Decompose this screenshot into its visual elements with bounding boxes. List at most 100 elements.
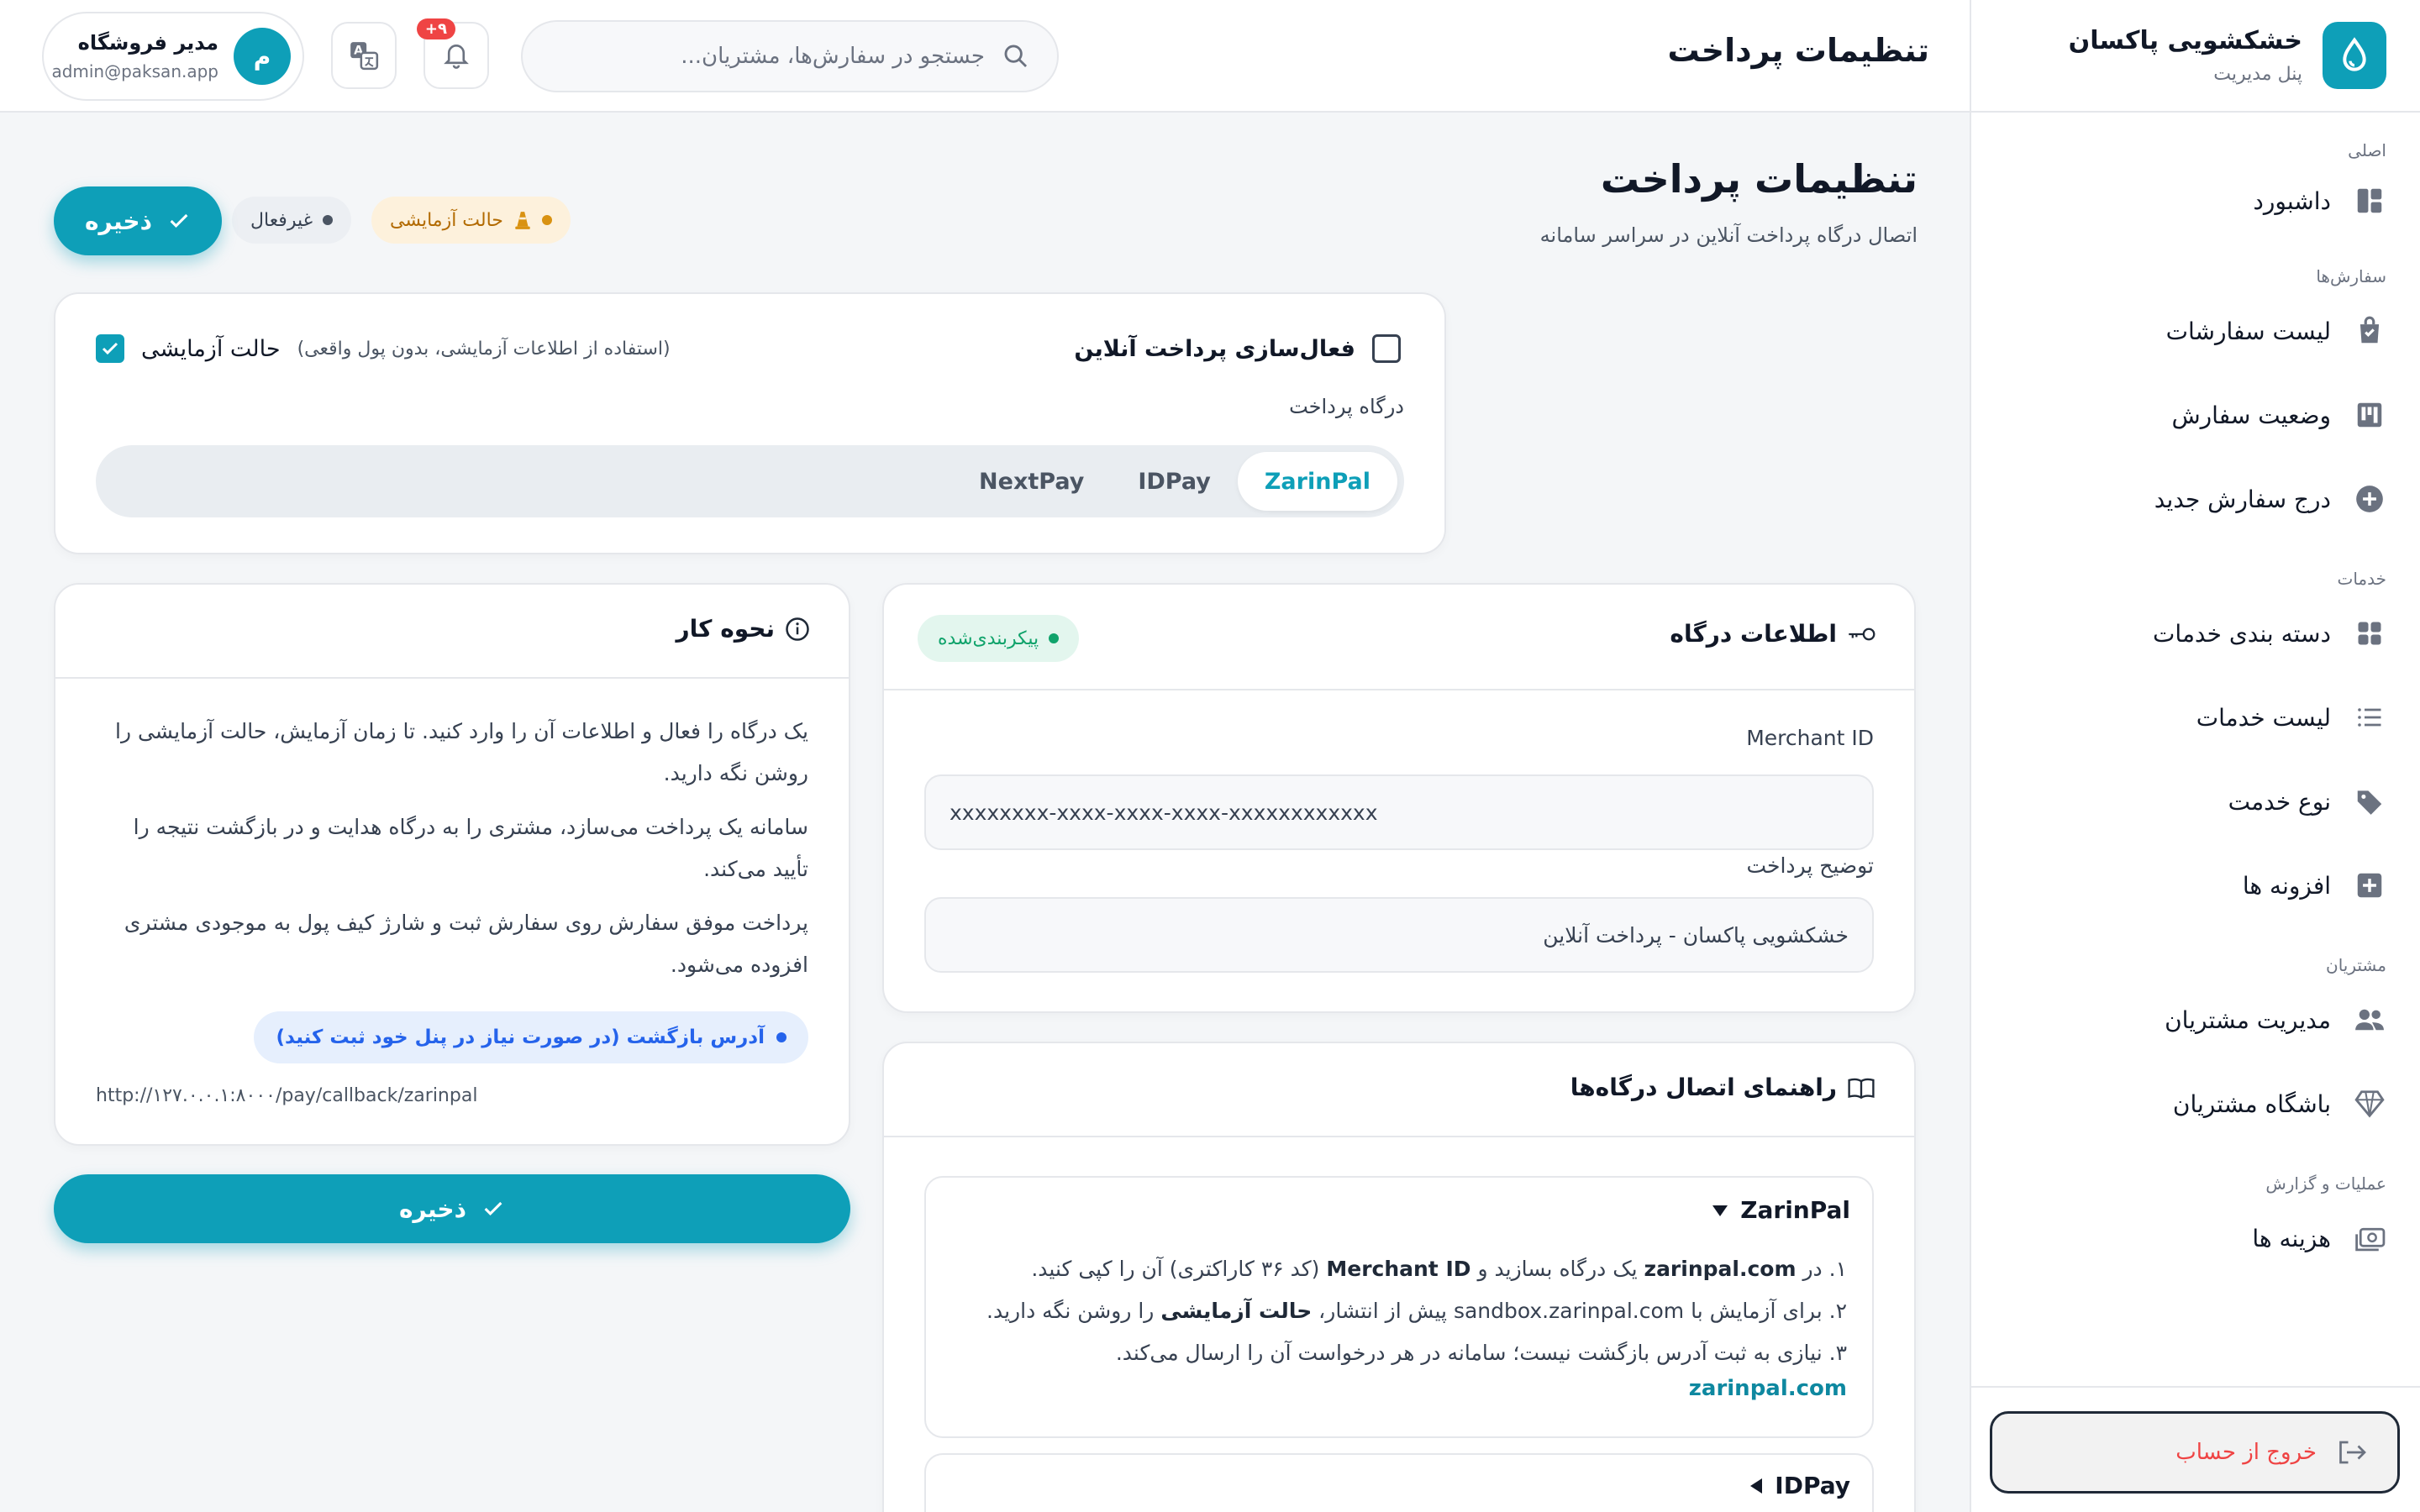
merchant-id-label: Merchant ID — [1746, 726, 1874, 750]
search-box[interactable] — [521, 20, 1059, 92]
callback-address-badge: آدرس بازگشت (در صورت نیاز در پنل خود ثبت… — [254, 1011, 808, 1063]
online-payment-checkbox[interactable] — [1372, 334, 1401, 363]
info-icon — [785, 617, 810, 642]
zarinpal-link[interactable]: zarinpal.com — [1689, 1376, 1847, 1401]
droplet-icon — [2323, 22, 2386, 89]
logout-button[interactable]: خروج از حساب — [1990, 1411, 2400, 1494]
accordion-body: ۱. در zarinpal.com یک درگاه بسازید و Mer… — [951, 1248, 1847, 1374]
sidebar-item-expenses[interactable]: هزینه ها — [1971, 1196, 2420, 1280]
section-label-services: خدمات — [2337, 569, 2387, 589]
status-dot — [776, 1032, 786, 1042]
tab-idpay[interactable]: IDPay — [1111, 452, 1238, 511]
online-payment-toggle[interactable]: فعال‌سازی پرداخت آنلاین — [1074, 334, 1401, 363]
brand: خشکشویی پاکسان پنل مدیریت — [1971, 0, 2420, 113]
how-paragraph: سامانه یک پرداخت می‌سازد، مشتری را به در… — [133, 815, 808, 881]
sidebar-item-services-list[interactable]: لیست خدمات — [1971, 675, 2420, 759]
accordion-idpay: IDPay — [924, 1453, 1874, 1512]
sidebar-item-label: نوع خدمت — [2228, 787, 2331, 816]
status-off-label: غیرفعال — [250, 209, 313, 231]
users-icon — [2353, 1003, 2386, 1037]
sidebar-item-addons[interactable]: افزونه ها — [1971, 843, 2420, 927]
section-label-customers: مشتریان — [2326, 955, 2386, 975]
plus-square-icon — [2353, 869, 2386, 902]
gateway-tabs: ZarinPal IDPay NextPay — [96, 445, 1404, 517]
search-icon — [1002, 42, 1030, 71]
how-it-works-card: نحوه کار یک درگاه را فعال و اطلاعات آن ر… — [54, 583, 850, 1146]
sidebar-item-label: افزونه ها — [2242, 871, 2331, 900]
avatar: م — [234, 28, 291, 85]
translate-icon: A — [348, 39, 380, 71]
status-test-label: حالت آزمایشی — [390, 209, 503, 231]
test-mode-label: حالت آزمایشی — [141, 335, 281, 362]
sidebar-item-service-categories[interactable]: دسته بندی خدمات — [1971, 591, 2420, 675]
sidebar-item-label: هزینه ها — [2252, 1224, 2331, 1252]
gateway-info-title: اطلاعات درگاه — [1670, 620, 1876, 648]
search-input[interactable] — [632, 44, 985, 69]
save-button-top[interactable]: ذخیره — [54, 186, 222, 255]
user-email: admin@paksan.app — [51, 61, 218, 81]
traffic-cone-icon — [513, 210, 532, 230]
test-mode-checkbox[interactable] — [96, 334, 124, 363]
section-label-main: اصلی — [2348, 140, 2386, 160]
configured-badge: پیکربندی‌شده — [918, 615, 1080, 662]
sidebar-item-new-order[interactable]: درج سفارش جدید — [1971, 457, 2420, 541]
check-icon — [481, 1197, 505, 1221]
tab-nextpay[interactable]: NextPay — [952, 452, 1111, 511]
online-payment-label: فعال‌سازی پرداخت آنلاین — [1074, 335, 1355, 362]
guide-step: ۲. برای آزمایش با sandbox.zarinpal.com پ… — [986, 1299, 1847, 1323]
check-icon — [167, 209, 191, 233]
page-title: تنظیمات پرداخت — [1600, 156, 1918, 202]
save-label: ذخیره — [85, 207, 152, 235]
guide-step: ۳. نیازی به ثبت آدرس بازگشت نیست؛ سامانه… — [1115, 1341, 1847, 1365]
sidebar-item-orders-list[interactable]: لیست سفارشات — [1971, 289, 2420, 373]
test-mode-toggle[interactable]: (استفاده از اطلاعات آزمایشی، بدون پول وا… — [96, 334, 671, 363]
payment-description-label: توضیح پرداخت — [1746, 853, 1874, 878]
notification-badge: +۹ — [416, 18, 455, 39]
header-title: تنظیمات پرداخت — [1667, 32, 1929, 69]
sidebar: خشکشویی پاکسان پنل مدیریت اصلی داشبورد س… — [1970, 0, 2420, 1512]
notifications-button[interactable]: +۹ — [416, 18, 489, 89]
how-paragraph: پرداخت موفق سفارش روی سفارش ثبت و شارژ ک… — [124, 911, 808, 977]
status-badge-disabled: غیرفعال — [232, 197, 352, 244]
tab-zarinpal[interactable]: ZarinPal — [1237, 452, 1397, 511]
tag-icon — [2353, 785, 2386, 818]
payment-description-field[interactable]: خشکشویی پاکسان - پرداخت آنلاین — [924, 897, 1874, 973]
save-button-bottom[interactable]: ذخیره — [54, 1174, 850, 1243]
status-badge-test-mode: حالت آزمایشی — [371, 197, 571, 244]
logout-area: خروج از حساب — [1970, 1386, 2420, 1512]
accordion-zarinpal: ZarinPal ۱. در zarinpal.com یک درگاه بسا… — [924, 1176, 1874, 1438]
key-icon — [1847, 625, 1876, 643]
section-label-orders: سفارش‌ها — [2316, 266, 2386, 286]
kanban-icon — [2353, 398, 2386, 432]
gateway-label: درگاه پرداخت — [1289, 395, 1404, 418]
accordion-title: ZarinPal — [1740, 1196, 1850, 1224]
sidebar-item-label: دسته بندی خدمات — [2153, 619, 2331, 648]
sidebar-item-service-type[interactable]: نوع خدمت — [1971, 759, 2420, 843]
guide-title: راهنمای اتصال درگاه‌ها — [1570, 1074, 1876, 1101]
card-header: راهنمای اتصال درگاه‌ها — [884, 1043, 1914, 1137]
accordion-title: IDPay — [1775, 1472, 1850, 1499]
payment-settings-card: فعال‌سازی پرداخت آنلاین (استفاده از اطلا… — [54, 292, 1446, 554]
callback-url[interactable]: http://۱۲۷.۰.۰.۱:۸۰۰۰/pay/callback/zarin… — [96, 1085, 477, 1106]
accordion-header[interactable]: IDPay — [1749, 1472, 1850, 1499]
triangle-down-icon — [1712, 1204, 1728, 1217]
triangle-left-icon — [1749, 1478, 1763, 1494]
status-dot — [1049, 633, 1060, 643]
test-mode-hint: (استفاده از اطلاعات آزمایشی، بدون پول وا… — [297, 338, 671, 360]
merchant-id-field[interactable]: xxxxxxxx-xxxx-xxxx-xxxx-xxxxxxxxxxxx — [924, 774, 1874, 850]
sidebar-item-label: درج سفارش جدید — [2154, 485, 2331, 513]
user-menu[interactable]: م مدیر فروشگاه admin@paksan.app — [42, 12, 304, 101]
configured-badge-label: پیکربندی‌شده — [938, 627, 1039, 649]
accordion-header[interactable]: ZarinPal — [1712, 1196, 1850, 1224]
sidebar-item-dashboard[interactable]: داشبورد — [1971, 163, 2420, 239]
guide-step: ۱. در zarinpal.com یک درگاه بسازید و Mer… — [1031, 1257, 1847, 1281]
user-name: مدیر فروشگاه — [77, 31, 218, 55]
how-it-works-body: یک درگاه را فعال و اطلاعات آن را وارد کن… — [96, 711, 808, 998]
how-it-works-title-text: نحوه کار — [676, 615, 775, 643]
sidebar-item-customer-club[interactable]: باشگاه مشتریان — [1971, 1062, 2420, 1146]
sidebar-item-label: باشگاه مشتریان — [2172, 1089, 2331, 1118]
sidebar-item-customer-management[interactable]: مدیریت مشتریان — [1971, 978, 2420, 1062]
sidebar-item-order-status[interactable]: وضعیت سفارش — [1971, 373, 2420, 457]
language-button[interactable]: A — [331, 22, 397, 89]
sidebar-item-label: لیست خدمات — [2196, 703, 2331, 732]
